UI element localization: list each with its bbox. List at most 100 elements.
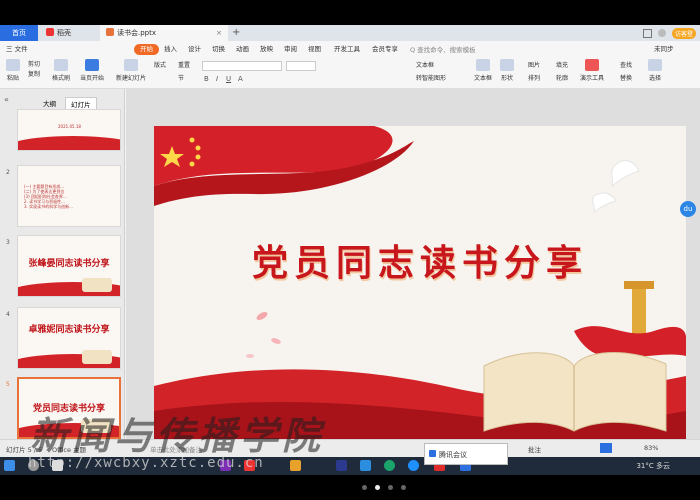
dove-icon (611, 160, 640, 188)
login-button[interactable]: 访客登 (671, 27, 696, 39)
picture-button[interactable]: 图片 (528, 60, 540, 69)
play-slideshow-icon[interactable] (600, 443, 612, 453)
fill-label: 填充 (556, 62, 569, 69)
bold-button[interactable]: B (204, 75, 209, 83)
small-star-icon (195, 145, 201, 151)
photoshop-icon[interactable] (336, 460, 347, 471)
section-button[interactable]: 节 (178, 73, 184, 82)
carousel-dot[interactable] (362, 485, 367, 490)
new-slide-button[interactable]: 新建幻灯片 (116, 59, 146, 82)
close-tab-icon[interactable]: × (216, 25, 222, 41)
find-label: 查找 (620, 62, 633, 69)
mail-icon[interactable] (360, 460, 371, 471)
edge-icon[interactable] (408, 460, 419, 471)
replace-label: 替换 (620, 75, 633, 82)
tab-document-label: 读书会.pptx (117, 29, 156, 37)
tab-document[interactable]: 读书会.pptx × (100, 25, 228, 41)
start-icon[interactable] (4, 460, 15, 471)
tab-bar: 首页 稻壳 读书会.pptx × + 访客登 (0, 25, 700, 41)
avatar[interactable] (657, 29, 666, 37)
arrange-button[interactable]: 排列 (528, 73, 540, 82)
select-icon (648, 59, 662, 71)
format-painter-button[interactable]: 格式刷 (52, 59, 70, 82)
store-icon[interactable] (290, 460, 301, 471)
replace-button[interactable]: 替换 (620, 73, 632, 82)
slide-editor-area: 党员同志读书分享 du (126, 89, 700, 439)
thumbnail-book-decoration (82, 278, 112, 292)
convert-smartart-button[interactable]: 转智能图形 (416, 73, 446, 82)
tab-home[interactable]: 首页 (0, 25, 38, 41)
underline-button[interactable]: U (226, 75, 231, 83)
slide-canvas[interactable]: 党员同志读书分享 (154, 126, 686, 439)
carousel-dot-active[interactable] (375, 485, 380, 490)
menu-member[interactable]: 会员专享 (372, 44, 398, 55)
brush-icon (54, 59, 68, 71)
reset-button[interactable]: 重置 (178, 60, 190, 69)
font-color-button[interactable]: A (238, 75, 243, 83)
small-star-icon (195, 154, 201, 160)
collapse-pane-icon[interactable]: « (4, 95, 9, 104)
menu-devtools[interactable]: 开发工具 (334, 44, 360, 55)
tencent-meeting-popup[interactable]: 腾讯会议 (424, 443, 508, 465)
fill-button[interactable]: 填充 (556, 60, 568, 69)
ribbon-toolbar: 粘贴 剪切 复制 格式刷 当页开始 新建幻灯片 版式 重置 节 B I U A … (0, 57, 700, 89)
menu-view[interactable]: 视图 (308, 44, 321, 55)
present-tool-icon (585, 59, 599, 71)
wechat-icon[interactable] (384, 460, 395, 471)
present-tool-button[interactable]: 演示工具 (580, 59, 604, 82)
cut-button[interactable]: 剪切 (28, 59, 40, 68)
slide-thumbnail-2[interactable]: (一) 主要题目有形成… (二) 为了使表达更到位 (3) 团组织和社会各界… … (17, 165, 121, 227)
menu-slideshow[interactable]: 放映 (260, 44, 273, 55)
layout-button[interactable]: 版式 (154, 60, 166, 69)
slide-number: 5 (6, 381, 10, 388)
zoom-level[interactable]: 83% (644, 444, 658, 452)
paste-button[interactable]: 粘贴 (6, 59, 20, 82)
daoke-icon (46, 28, 54, 36)
text-box-button[interactable]: 文本框 (474, 59, 492, 82)
new-tab-icon[interactable]: + (232, 25, 240, 41)
font-size-select[interactable] (286, 61, 316, 71)
slide-thumbnail-4[interactable]: 卓雅妮同志读书分享 (17, 307, 121, 369)
tab-daoke[interactable]: 稻壳 (40, 25, 98, 41)
carousel-dot[interactable] (388, 485, 393, 490)
find-button[interactable]: 查找 (620, 60, 632, 69)
command-search-input[interactable]: Q 查找命令、搜索模板 (410, 44, 476, 54)
arrange-label: 排列 (528, 75, 541, 82)
outline-button[interactable]: 轮廓 (556, 73, 568, 82)
tab-daoke-label: 稻壳 (57, 29, 71, 37)
select-button[interactable]: 选择 (648, 59, 662, 82)
shape-label: 形状 (500, 75, 513, 82)
menu-animation[interactable]: 动画 (236, 44, 249, 55)
layout-label: 版式 (154, 62, 167, 69)
copy-button[interactable]: 复制 (28, 69, 40, 78)
menu-design[interactable]: 设计 (188, 44, 201, 55)
menu-start[interactable]: 开始 (134, 44, 159, 55)
window-count-icon[interactable] (642, 28, 652, 38)
thumbnail-title: 卓雅妮同志读书分享 (28, 325, 110, 335)
text-effect-button[interactable]: 文本框 (416, 60, 434, 69)
font-name-select[interactable] (202, 61, 282, 71)
petal-decoration (271, 338, 281, 344)
play-from-current-button[interactable]: 当页开始 (80, 59, 104, 82)
watermark-url: http://xwcbxy.xztc.edu.cn (28, 455, 264, 471)
menu-review[interactable]: 审阅 (284, 44, 297, 55)
text-box-label: 文本框 (474, 75, 493, 82)
file-menu[interactable]: 三 文件 (6, 44, 28, 55)
slide-title[interactable]: 党员同志读书分享 (154, 234, 686, 286)
slide-number: 2 (6, 169, 10, 176)
shape-button[interactable]: 形状 (500, 59, 514, 82)
assistant-float-icon[interactable]: du (680, 201, 696, 217)
menu-transition[interactable]: 切换 (212, 44, 225, 55)
menu-insert[interactable]: 插入 (164, 44, 177, 55)
small-star-icon (189, 137, 195, 143)
carousel-dot[interactable] (401, 485, 406, 490)
slide-thumbnail-3[interactable]: 张峰晏同志读书分享 (17, 235, 121, 297)
petal-decoration (256, 312, 268, 320)
weather-tray[interactable]: 31°C 多云 (636, 461, 670, 471)
italic-button[interactable]: I (216, 75, 218, 83)
cloud-sync-status[interactable]: 未同步 (654, 44, 674, 55)
slide-thumbnail-1[interactable]: 2021.05.18 (17, 109, 121, 151)
copy-label: 复制 (28, 71, 41, 78)
annotate-button[interactable]: 批注 (528, 444, 541, 454)
thumbnail-title: 张峰晏同志读书分享 (28, 259, 110, 269)
